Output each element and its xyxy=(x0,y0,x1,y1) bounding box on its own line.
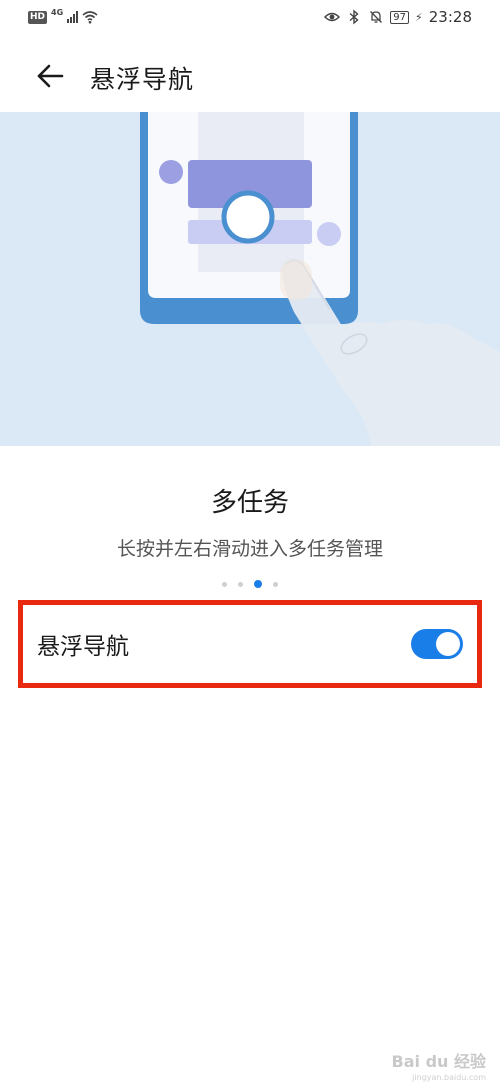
feature-description: 长按并左右滑动进入多任务管理 xyxy=(116,538,383,560)
battery-icon: 97 xyxy=(390,10,410,24)
bluetooth-icon xyxy=(349,9,359,25)
mute-bell-icon xyxy=(370,11,383,23)
floating-navigation-setting[interactable]: 悬浮导航 xyxy=(18,600,482,688)
status-bar: HD 4G 97 ⚡ 23:28 xyxy=(0,0,500,36)
feature-title: 多任务 xyxy=(210,488,289,518)
arrow-left-icon xyxy=(37,64,64,88)
page-dot[interactable] xyxy=(222,581,227,587)
phone-illustration xyxy=(140,112,500,446)
page-dot-active[interactable] xyxy=(254,580,262,588)
charging-icon: ⚡ xyxy=(415,10,423,24)
eye-icon xyxy=(324,12,341,22)
app-bar: 悬浮导航 xyxy=(0,40,500,112)
toggle-knob xyxy=(436,632,460,656)
illustration xyxy=(0,112,500,446)
network-type-label: 4G xyxy=(51,7,64,17)
page-dot[interactable] xyxy=(238,581,243,587)
status-left: HD 4G xyxy=(28,7,98,25)
wifi-icon xyxy=(82,11,98,24)
watermark: Bai du 经验 xyxy=(391,1052,486,1071)
status-right: 97 ⚡ 23:28 xyxy=(324,8,472,26)
floating-navigation-toggle[interactable] xyxy=(411,629,463,659)
page-title: 悬浮导航 xyxy=(90,65,195,94)
page-dot[interactable] xyxy=(273,581,278,587)
signal-icon xyxy=(67,11,79,23)
page-indicator[interactable] xyxy=(0,580,500,588)
clock: 23:28 xyxy=(428,8,472,26)
back-button[interactable] xyxy=(30,56,70,96)
hd-icon: HD xyxy=(28,10,48,24)
setting-label: 悬浮导航 xyxy=(37,634,129,660)
watermark-url: jingyan.baidu.com xyxy=(412,1073,486,1082)
